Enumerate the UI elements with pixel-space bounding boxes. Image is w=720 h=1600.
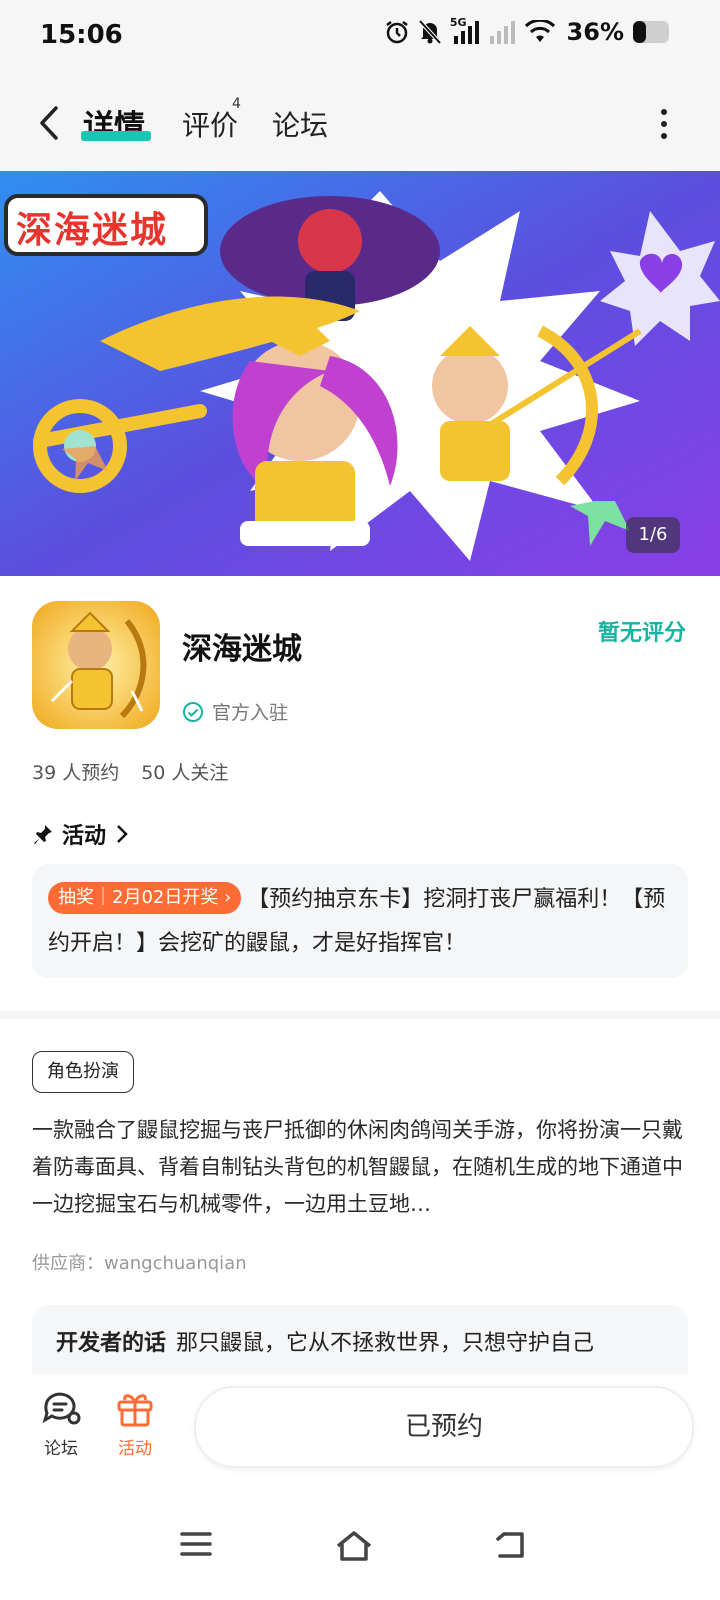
check-circle-icon bbox=[183, 701, 203, 722]
lottery-tag-label: 抽奖｜2月02日开奖 bbox=[58, 887, 219, 908]
activity-button[interactable]: 活动 bbox=[100, 1390, 170, 1459]
rating-status[interactable]: 暂无评分 bbox=[598, 615, 686, 647]
back-icon[interactable] bbox=[494, 1530, 528, 1560]
verified-label: 官方入驻 bbox=[212, 702, 289, 724]
tab-reviews[interactable]: 评价 bbox=[182, 104, 238, 144]
supplier-info: 供应商：wangchuanqian bbox=[32, 1253, 247, 1274]
follower-count: 50 人关注 bbox=[141, 762, 229, 784]
activity-content: 抽奖｜2月02日开奖 › 【预约抽京东卡】挖洞打丧尸赢福利！【预约开启！】会挖矿的… bbox=[48, 878, 676, 966]
gift-icon bbox=[117, 1394, 153, 1427]
activity-label: 活动 bbox=[118, 1439, 152, 1459]
banner-carousel[interactable]: 深海迷城 bbox=[0, 171, 720, 576]
menu-icon[interactable] bbox=[180, 1530, 212, 1558]
battery-icon bbox=[633, 21, 669, 43]
reservation-count: 39 人预约 bbox=[32, 762, 120, 784]
banner-page-counter: 1/6 bbox=[626, 517, 680, 553]
activity-section-header[interactable]: 活动 bbox=[32, 818, 130, 850]
battery-percent: 36% bbox=[566, 18, 624, 46]
forum-button[interactable]: 论坛 bbox=[26, 1390, 96, 1459]
status-time: 15:06 bbox=[40, 20, 123, 50]
activity-heading: 活动 bbox=[62, 824, 107, 849]
home-icon[interactable] bbox=[334, 1530, 374, 1562]
pin-icon bbox=[34, 825, 52, 844]
developer-note: 开发者的话 那只鼹鼠，它从不拯救世界，只想守护自己 bbox=[56, 1325, 594, 1357]
signal-secondary-icon bbox=[489, 21, 515, 44]
system-navigation-bar bbox=[0, 1504, 720, 1600]
genre-tag[interactable]: 角色扮演 bbox=[32, 1051, 134, 1093]
game-description[interactable]: 一款融合了鼹鼠挖掘与丧尸抵御的休闲肉鸽闯关手游，你将扮演一只戴着防毒面具、背着自… bbox=[32, 1112, 692, 1223]
wifi-icon bbox=[524, 20, 555, 42]
forum-chat-icon bbox=[42, 1392, 81, 1425]
network-type: 5G bbox=[449, 15, 467, 29]
app-name: 深海迷城 bbox=[182, 632, 302, 667]
app-stats: 39 人预约 50 人关注 bbox=[32, 758, 228, 785]
top-nav: 详情 评价 4 论坛 bbox=[0, 78, 720, 171]
banner-title: 深海迷城 bbox=[16, 210, 169, 251]
reserved-button[interactable]: 已预约 bbox=[194, 1386, 694, 1468]
app-icon bbox=[32, 601, 160, 729]
reviews-count-badge: 4 bbox=[232, 96, 241, 112]
forum-label: 论坛 bbox=[44, 1439, 78, 1459]
lottery-tag: 抽奖｜2月02日开奖 › bbox=[48, 882, 242, 914]
back-arrow-icon[interactable] bbox=[30, 100, 70, 146]
developer-note-text: 那只鼹鼠，它从不拯救世界，只想守护自己 bbox=[176, 1331, 595, 1356]
developer-note-card[interactable]: 开发者的话 那只鼹鼠，它从不拯救世界，只想守护自己 bbox=[32, 1305, 688, 1375]
bottom-action-bar: 论坛 活动 已预约 bbox=[0, 1374, 720, 1504]
mute-bell-icon bbox=[418, 19, 442, 45]
section-divider bbox=[0, 1011, 720, 1019]
verified-badge: 官方入驻 bbox=[182, 698, 288, 725]
activity-card[interactable]: 抽奖｜2月02日开奖 › 【预约抽京东卡】挖洞打丧尸赢福利！【预约开启！】会挖矿的… bbox=[32, 864, 688, 978]
more-menu-icon[interactable] bbox=[658, 104, 670, 144]
tab-forum[interactable]: 论坛 bbox=[272, 104, 328, 144]
status-bar: 15:06 5G 36% bbox=[0, 0, 720, 78]
alarm-icon bbox=[386, 21, 408, 44]
status-icons: 5G 36% bbox=[384, 15, 672, 46]
developer-note-label: 开发者的话 bbox=[56, 1331, 167, 1356]
chevron-right-icon bbox=[117, 825, 128, 843]
active-tab-indicator bbox=[81, 131, 151, 141]
